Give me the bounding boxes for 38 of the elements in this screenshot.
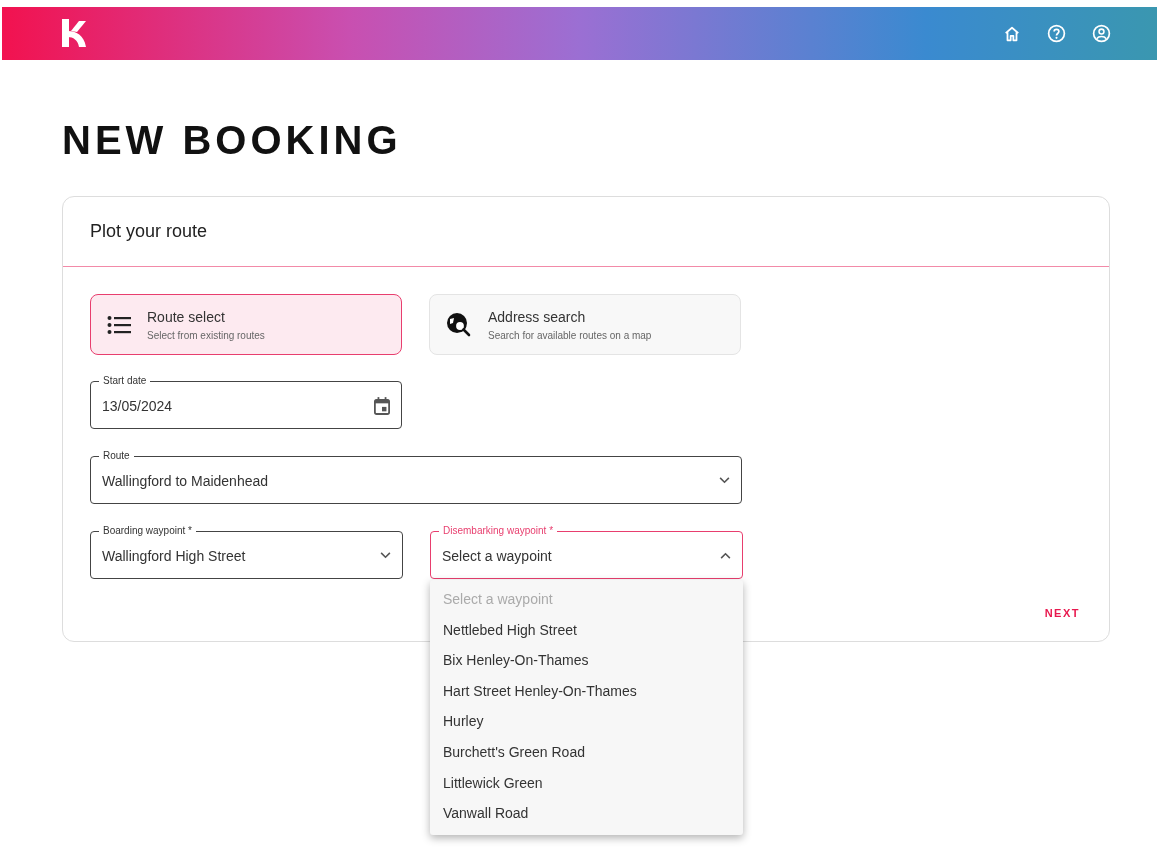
dropdown-option[interactable]: Hart Street Henley-On-Thames [430,675,743,707]
field-value: Select a waypoint [442,547,552,564]
page-title: NEW BOOKING [62,117,403,163]
field-label: Route [102,450,131,462]
field-value: 13/05/2024 [102,397,173,414]
route-select[interactable]: Route Wallingford to Maidenhead [90,450,742,504]
mode-label: Address search [488,308,587,325]
field-label: Start date [102,375,148,387]
dropdown-option[interactable]: Hurley [430,706,743,737]
field-label: Disembarking waypoint * [442,525,555,537]
dropdown-option[interactable]: Bix Henley-On-Thames [430,645,743,676]
list-icon [107,314,131,335]
field-value: Wallingford to Maidenhead [102,472,269,489]
dropdown-option[interactable]: Nettlebed High Street [430,614,743,646]
dropdown-option[interactable]: Littlewick Green [430,767,743,799]
start-date-field[interactable]: Start date 13/05/2024 [90,375,402,429]
chevron-icon [720,552,731,559]
mode-option[interactable]: Address search Search for available routes on a map [429,294,741,355]
next-button[interactable]: NEXT [1042,601,1082,625]
chevron-icon [380,552,391,559]
account-icon[interactable] [1092,24,1111,43]
calendar-icon[interactable] [374,396,390,415]
globe-search-icon [446,311,472,338]
waypoint-select[interactable]: Disembarking waypoint * Select a waypoint [430,525,743,579]
field-value: Wallingford High Street [102,547,246,564]
waypoint-select[interactable]: Boarding waypoint * Wallingford High Street [90,525,403,579]
logo-icon[interactable] [62,18,86,47]
dropdown-option[interactable]: Vanwall Road [430,798,743,829]
field-label: Boarding waypoint * [102,525,193,537]
mode-option[interactable]: Route select Select from existing routes [90,294,402,355]
dropdown-option[interactable]: Burchett's Green Road [430,736,743,768]
home-icon[interactable] [1003,24,1021,43]
mode-description: Select from existing routes [147,329,265,341]
help-icon[interactable] [1047,24,1066,43]
mode-label: Route select [147,308,226,325]
card-title: Plot your route [90,221,208,242]
chevron-icon [719,477,730,484]
mode-description: Search for available routes on a map [488,329,652,341]
